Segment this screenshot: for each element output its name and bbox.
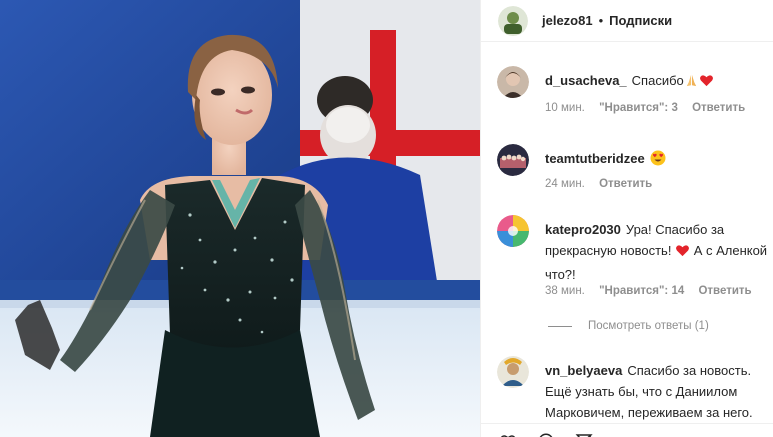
comment-item: katepro2030 Ура! Спасибо за прекрасную но… xyxy=(497,215,767,315)
commenter-username[interactable]: katepro2030 xyxy=(545,222,621,237)
comment-time: 24 мин. xyxy=(545,178,585,190)
comment-item: vn_belyaeva Спасибо за новость. Ещё узнат… xyxy=(497,356,767,427)
post-header: jelezo81 • Подписки xyxy=(481,0,773,42)
comment-body: katepro2030 Ура! Спасибо за прекрасную но… xyxy=(545,219,769,285)
comment-body: d_usacheva_ Спасибо xyxy=(545,70,769,94)
red-heart-icon xyxy=(675,243,690,264)
commenter-avatar[interactable] xyxy=(497,144,529,176)
view-replies-button[interactable]: Посмотреть ответы (1) xyxy=(548,320,709,332)
comment-thread[interactable]: d_usacheva_ Спасибо 10 мин. "Нравится": 3… xyxy=(481,55,773,427)
commenter-avatar[interactable] xyxy=(497,356,529,388)
comments-panel: jelezo81 • Подписки d_usacheva_ Спасибо 1… xyxy=(480,0,773,437)
instagram-post-view: jelezo81 • Подписки d_usacheva_ Спасибо 1… xyxy=(0,0,773,437)
commenter-username[interactable]: d_usacheva_ xyxy=(545,73,627,88)
post-actions-bar xyxy=(481,423,773,437)
author-avatar[interactable] xyxy=(498,5,528,36)
comment-time: 38 мин. xyxy=(545,285,585,297)
comment-meta: 10 мин. "Нравится": 3 Ответить xyxy=(545,102,756,114)
comment-time: 10 мин. xyxy=(545,102,585,114)
view-replies-label: Посмотреть ответы (1) xyxy=(588,320,709,332)
comment-body: vn_belyaeva Спасибо за новость. Ещё узнат… xyxy=(545,360,769,423)
commenter-username[interactable]: vn_belyaeva xyxy=(545,363,622,378)
comment-bubble-icon[interactable] xyxy=(537,432,555,437)
comment-body: teamtutberidzee xyxy=(545,148,769,172)
heart-eyes-icon xyxy=(650,150,666,172)
praying-hands-icon xyxy=(684,73,699,94)
reply-button[interactable]: Ответить xyxy=(692,102,745,114)
red-heart-icon xyxy=(699,73,714,94)
commenter-avatar[interactable] xyxy=(497,66,529,98)
commenter-username[interactable]: teamtutberidzee xyxy=(545,151,645,166)
commenter-avatar[interactable] xyxy=(497,215,529,247)
comment-meta: 38 мин. "Нравится": 14 Ответить xyxy=(545,285,763,297)
share-icon[interactable] xyxy=(575,432,593,437)
comment-text: Спасибо xyxy=(631,73,684,88)
post-photo[interactable] xyxy=(0,0,480,437)
author-username[interactable]: jelezo81 xyxy=(542,13,593,28)
following-button[interactable]: Подписки xyxy=(609,13,672,28)
like-heart-icon[interactable] xyxy=(499,432,517,437)
comment-likes[interactable]: "Нравится": 14 xyxy=(599,285,684,297)
header-separator: • xyxy=(598,13,604,28)
comment-likes[interactable]: "Нравится": 3 xyxy=(599,102,678,114)
comment-item: d_usacheva_ Спасибо 10 мин. "Нравится": 3… xyxy=(497,66,767,126)
view-replies-line xyxy=(548,325,572,327)
reply-button[interactable]: Ответить xyxy=(698,285,751,297)
comment-meta: 24 мин. Ответить xyxy=(545,178,663,190)
figure-skater-photo xyxy=(0,0,480,437)
comment-item: teamtutberidzee 24 мин. Ответить xyxy=(497,144,767,199)
reply-button[interactable]: Ответить xyxy=(599,178,652,190)
